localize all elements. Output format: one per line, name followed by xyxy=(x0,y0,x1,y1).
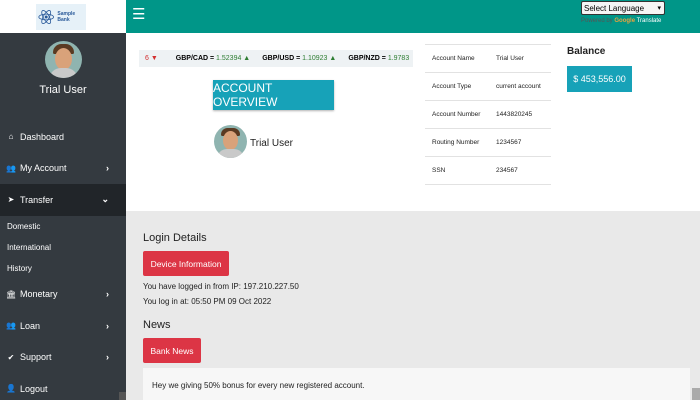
ssn-value: 234567 xyxy=(489,156,551,185)
ticker-item: GBP/CAD = 1.52394 ▲ xyxy=(176,55,250,62)
account-panel: 6 ▼ GBP/CAD = 1.52394 ▲ GBP/USD = 1.1092… xyxy=(126,33,700,211)
powered-by-text: Powered by xyxy=(581,18,613,24)
currency-ticker: 6 ▼ GBP/CAD = 1.52394 ▲ GBP/USD = 1.1092… xyxy=(139,50,413,67)
ticker-value: 1.10923 ▲ xyxy=(302,55,337,62)
device-information-button[interactable]: Device Information xyxy=(143,251,229,276)
sidebar-item-label: Monetary xyxy=(20,289,58,300)
table-row: SSN 234567 xyxy=(425,156,551,185)
sidebar-scrollbar[interactable] xyxy=(119,392,126,400)
ticker-item: GBP/NZD = 1.9783 xyxy=(348,55,409,62)
ticker-lead: 6 ▼ xyxy=(145,55,158,62)
sidebar-user: Trial User xyxy=(0,33,126,108)
balance-title: Balance xyxy=(567,46,606,57)
account-number-label: Account Number xyxy=(425,100,489,129)
sidebar-subitem-international[interactable]: International xyxy=(0,237,126,258)
sidebar-subitem-history[interactable]: History xyxy=(0,258,126,279)
chevron-right-icon: › xyxy=(106,320,109,331)
news-title: News xyxy=(143,319,171,331)
page-scrollbar[interactable] xyxy=(692,388,700,400)
ticker-pair: GBP/NZD = xyxy=(348,55,386,62)
balance-amount: $ 453,556.00 xyxy=(567,66,632,92)
avatar xyxy=(44,41,82,78)
avatar xyxy=(214,125,247,158)
translate-text: Translate xyxy=(636,18,662,24)
ticker-value: 1.52394 ▲ xyxy=(216,55,251,62)
top-bar: ☰ Select Language ▾ Powered by Google Tr… xyxy=(126,0,700,33)
ticker-pair: GBP/CAD = xyxy=(175,55,215,62)
table-row: Account Number 1443820245 xyxy=(425,100,551,129)
chevron-right-icon: › xyxy=(106,352,109,363)
account-number-value: 1443820245 xyxy=(489,100,551,129)
sidebar-item-label: My Account xyxy=(20,163,67,174)
account-name-value: Trial User xyxy=(489,44,551,73)
ticker-item: GBP/USD = 1.10923 ▲ xyxy=(262,55,336,62)
sidebar-item-label: Transfer xyxy=(20,194,54,205)
ticker-value: 1.9783 xyxy=(387,55,410,62)
sidebar-item-label: Support xyxy=(20,352,52,363)
account-details-table: Account Name Trial User Account Type cur… xyxy=(425,44,551,185)
sidebar-item-label: Dashboard xyxy=(20,131,65,142)
hamburger-menu-icon[interactable]: ☰ xyxy=(132,7,145,22)
bank-logo[interactable]: Sample Bank xyxy=(36,3,86,30)
login-ip-text: You have logged in from IP: 197.210.227.… xyxy=(143,282,299,291)
sidebar-item-transfer[interactable]: ➤ Transfer ⌄ xyxy=(0,184,126,216)
atom-logo-icon xyxy=(38,9,54,24)
chevron-down-icon: ⌄ xyxy=(101,194,109,205)
ticker-pair: GBP/USD = xyxy=(262,55,301,62)
account-name-label: Account Name xyxy=(425,44,489,73)
table-row: Account Name Trial User xyxy=(425,44,551,73)
chevron-right-icon: › xyxy=(106,163,109,174)
sidebar-item-my-account[interactable]: 👥 My Account › xyxy=(0,153,126,185)
user-icon: 👤 xyxy=(6,384,16,394)
details-section: Login Details Device Information You hav… xyxy=(126,211,700,400)
sidebar-item-dashboard[interactable]: ⌂ Dashboard xyxy=(0,121,126,153)
account-type-label: Account Type xyxy=(425,72,489,101)
sidebar-item-loan[interactable]: 👥 Loan › xyxy=(0,310,126,342)
overview-user-name: Trial User xyxy=(250,138,293,149)
ssn-label: SSN xyxy=(425,156,489,185)
account-type-value: current account xyxy=(489,72,551,101)
users-icon: 👥 xyxy=(6,163,16,173)
table-row: Routing Number 1234567 xyxy=(425,128,551,157)
dropdown-caret-icon: ▾ xyxy=(657,5,661,12)
users-icon: 👥 xyxy=(6,321,16,331)
bank-news-button[interactable]: Bank News xyxy=(143,338,201,363)
sidebar-item-logout[interactable]: 👤 Logout xyxy=(0,373,126,400)
language-select[interactable]: Select Language ▾ xyxy=(581,1,665,15)
sidebar-item-label: Logout xyxy=(20,383,48,394)
sidebar: Sample Bank Trial User ⌂ Dashboard 👥 My … xyxy=(0,0,126,400)
check-icon: ✔ xyxy=(7,352,15,362)
google-translate-credit: Powered by Google Translate xyxy=(581,18,661,24)
sidebar-item-support[interactable]: ✔ Support › xyxy=(0,342,126,374)
google-text[interactable]: Google xyxy=(614,18,635,24)
sidebar-subitem-domestic[interactable]: Domestic xyxy=(0,216,126,237)
sidebar-nav: ⌂ Dashboard 👥 My Account › ➤ Transfer ⌄ … xyxy=(0,121,126,400)
sidebar-user-name: Trial User xyxy=(39,84,87,96)
sidebar-item-monetary[interactable]: 🏛 Monetary › xyxy=(0,279,126,311)
language-select-value: Select Language xyxy=(584,3,645,13)
account-overview-button[interactable]: ACCOUNT OVERVIEW xyxy=(213,80,334,110)
routing-number-value: 1234567 xyxy=(489,128,551,157)
news-message: Hey we giving 50% bonus for every new re… xyxy=(143,368,690,400)
login-time-text: You log in at: 05:50 PM 09 Oct 2022 xyxy=(143,297,272,306)
login-details-title: Login Details xyxy=(143,232,207,244)
paper-plane-icon: ➤ xyxy=(7,195,15,205)
brand: Sample Bank xyxy=(0,0,126,33)
routing-number-label: Routing Number xyxy=(425,128,489,157)
home-icon: ⌂ xyxy=(8,132,14,142)
table-row: Account Type current account xyxy=(425,72,551,101)
logo-text: Sample Bank xyxy=(57,10,76,23)
bank-icon: 🏛 xyxy=(6,289,17,299)
sidebar-item-label: Loan xyxy=(20,320,41,331)
chevron-right-icon: › xyxy=(106,289,109,300)
